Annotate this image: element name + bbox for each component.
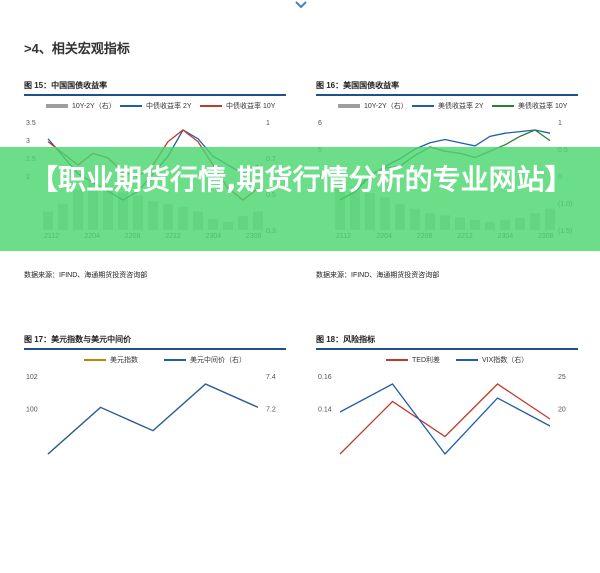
y-axis-left-tick: 0.14 bbox=[318, 406, 332, 413]
promo-banner: 【职业期货行情,期货行情分析的专业网站】 bbox=[0, 147, 600, 251]
y-axis-right-tick: 20 bbox=[558, 406, 566, 413]
figure-title-bar: 图 18：风险指标 bbox=[316, 330, 578, 350]
y-axis-right-tick: 1 bbox=[266, 120, 270, 127]
chart-legend: 美元指数 美元中间价（右） bbox=[24, 356, 286, 368]
figure-title-bar: 图 16：美国国债收益率 bbox=[316, 76, 578, 96]
y-axis-right-tick: 1 bbox=[558, 120, 562, 127]
y-axis-left-tick: 100 bbox=[26, 406, 38, 413]
y-axis-right-tick: 7.4 bbox=[266, 374, 276, 381]
y-axis-left-tick: 6 bbox=[318, 120, 322, 127]
top-chevron-icon bbox=[295, 1, 307, 9]
series-line bbox=[47, 383, 259, 455]
chart-area: 0.16 0.14 25 20 bbox=[318, 374, 566, 456]
y-axis-left-tick: 102 bbox=[26, 374, 38, 381]
figure-usd-index: 图 17：美元指数与美元中间价 美元指数 美元中间价（右） 102 100 7.4 7… bbox=[24, 330, 286, 455]
figure-title: 图 16：美国国债收益率 bbox=[316, 81, 400, 90]
y-axis-left-tick: 3.5 bbox=[26, 120, 36, 127]
figure-title-bar: 图 15：中国国债收益率 bbox=[24, 76, 286, 96]
chart-area: 102 100 7.4 7.2 bbox=[26, 374, 276, 455]
figure-source: 数据来源：IFIND、海通期货投资咨询部 bbox=[316, 272, 440, 279]
figure-title: 图 15：中国国债收益率 bbox=[24, 81, 108, 90]
chart-legend: 10Y-2Y（右） 美债收益率 2Y 美债收益率 10Y bbox=[316, 102, 578, 114]
figure-risk-indicators: 图 18：风险指标 TED利差 VIX指数（右） 0.16 0.14 25 20 bbox=[316, 330, 578, 456]
series-line bbox=[47, 383, 259, 455]
y-axis-right-tick: 25 bbox=[558, 374, 566, 381]
chart-legend: TED利差 VIX指数（右） bbox=[316, 356, 578, 368]
y-axis-left-tick: 0.16 bbox=[318, 374, 332, 381]
figure-source: 数据来源：IFIND、海通期货投资咨询部 bbox=[24, 272, 148, 279]
figure-title-bar: 图 17：美元指数与美元中间价 bbox=[24, 330, 286, 350]
chart-legend: 10Y-2Y（右） 中债收益率 2Y 中债收益率 10Y bbox=[24, 102, 286, 114]
section-title: >4、相关宏观指标 bbox=[24, 41, 130, 56]
banner-text: 【职业期货行情,期货行情分析的专业网站】 bbox=[30, 163, 573, 196]
figure-title: 图 18：风险指标 bbox=[316, 335, 376, 344]
y-axis-right-tick: 7.2 bbox=[266, 406, 276, 413]
figure-title: 图 17：美元指数与美元中间价 bbox=[24, 335, 132, 344]
y-axis-left-tick: 3 bbox=[26, 138, 30, 145]
series-line bbox=[339, 383, 551, 456]
